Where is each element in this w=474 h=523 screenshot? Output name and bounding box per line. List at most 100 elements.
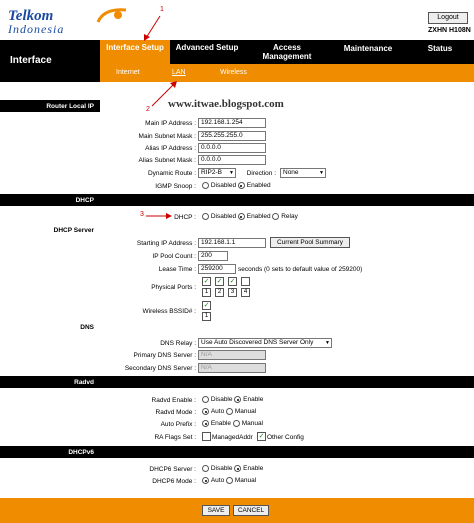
main-mask-label: Main Subnet Mask : [138, 133, 196, 140]
port-3-number: 3 [228, 288, 237, 297]
primary-dns-label: Primary DNS Server : [133, 352, 196, 359]
dhcp6-mode-radio-group: Auto Manual [202, 477, 256, 484]
radvd-mode-manual-text: Manual [234, 408, 257, 415]
auto-prefix-manual-radio[interactable] [232, 420, 240, 427]
managed-addr-checkbox[interactable] [202, 432, 211, 441]
igmp-radio-group: Disabled Enabled [202, 182, 271, 189]
logout-button[interactable]: Logout [428, 12, 468, 24]
auto-prefix-manual-text: Manual [241, 420, 264, 427]
start-ip-label: Starting IP Address : [136, 240, 196, 247]
port-4-checkbox[interactable] [241, 277, 250, 286]
dhcp6-server-radio-group: Disable Enable [202, 465, 263, 472]
save-button[interactable]: SAVE [202, 505, 230, 516]
main-ip-input[interactable]: 192.168.1.254 [198, 118, 266, 128]
igmp-label: IGMP Snoop : [155, 183, 196, 190]
dns-relay-label: DNS Relay : [160, 340, 196, 347]
port-1-number: 1 [202, 288, 211, 297]
lease-time-label: Lease Time : [158, 266, 196, 273]
subtab-wireless[interactable]: Wireless [220, 69, 247, 76]
tab-advanced-setup[interactable]: Advanced Setup [172, 40, 242, 64]
auto-prefix-enable-text: Enable [210, 420, 232, 427]
dhcp6-server-enable-radio[interactable] [234, 465, 242, 472]
dhcp-relay-radio[interactable] [272, 213, 280, 220]
other-config-checkbox[interactable]: ✓ [257, 432, 266, 441]
pool-count-input[interactable]: 200 [198, 251, 228, 261]
main-ip-label: Main IP Address : [145, 120, 196, 127]
watermark-text: www.itwae.blogspot.com [168, 98, 284, 110]
bssid-1-checkbox[interactable]: ✓ [202, 301, 211, 310]
lease-time-note: seconds (0 sets to default value of 2592… [238, 266, 363, 273]
section-title-dhcp-server: DHCP Server [53, 227, 94, 234]
radvd-mode-label: Radvd Mode : [155, 409, 196, 416]
dhcp6-mode-auto-radio[interactable] [202, 477, 209, 484]
dhcp6-mode-manual-radio[interactable] [226, 477, 233, 484]
alias-mask-input[interactable]: 0.0.0.0 [198, 155, 266, 165]
main-mask-input[interactable]: 255.255.255.0 [198, 131, 266, 141]
radvd-mode-manual-radio[interactable] [226, 408, 233, 415]
wireless-bssid-label: Wireless BSSID# : [142, 308, 196, 315]
tab-interface-setup[interactable]: Interface Setup [100, 40, 170, 64]
auto-prefix-label: Auto Prefix : [160, 421, 196, 428]
nav-section-title: Interface [0, 40, 100, 82]
dhcp-relay-text: Relay [281, 213, 298, 220]
port-2-number: 2 [215, 288, 224, 297]
section-title-dhcp: DHCP [75, 197, 94, 204]
tab-maintenance[interactable]: Maintenance [330, 40, 406, 64]
port-1-checkbox[interactable]: ✓ [202, 277, 211, 286]
igmp-disabled-radio[interactable] [202, 182, 209, 189]
current-pool-summary-button[interactable]: Current Pool Summary [270, 237, 350, 248]
port-3-checkbox[interactable]: ✓ [228, 277, 237, 286]
dhcp6-server-disable-text: Disable [210, 465, 233, 472]
direction-select[interactable]: None [280, 168, 326, 178]
sun-swirl-icon [96, 8, 127, 23]
auto-prefix-enable-radio[interactable] [202, 420, 209, 427]
tab-status[interactable]: Status [410, 40, 470, 64]
pool-count-label: IP Pool Count : [152, 253, 196, 260]
dhcp-enabled-radio[interactable] [237, 213, 245, 220]
start-ip-input[interactable]: 192.168.1.1 [198, 238, 266, 248]
tab-access-management[interactable]: Access Management [250, 40, 324, 64]
dhcp-disabled-radio[interactable] [202, 213, 209, 220]
dhcp6-mode-manual-text: Manual [234, 477, 257, 484]
alias-ip-input[interactable]: 0.0.0.0 [198, 143, 266, 153]
radvd-enable-label: Radvd Enable : [151, 397, 196, 404]
annotation-arrow-1 [144, 15, 161, 41]
annotation-1: 1 [160, 6, 164, 13]
radvd-enable-radio-group: Disable Enable [202, 396, 263, 403]
dns-relay-select[interactable]: Use Auto Discovered DNS Server Only [198, 338, 332, 348]
dhcp6-server-enable-text: Enable [243, 465, 264, 472]
managed-addr-text: ManagedAddr [212, 434, 253, 441]
secondary-dns-label: Secondary DNS Server : [124, 365, 196, 372]
bssid-1-number: 1 [202, 312, 211, 321]
port-4-number: 4 [241, 288, 250, 297]
lease-time-input[interactable]: 259200 [198, 264, 236, 274]
radvd-enable-text: Enable [243, 396, 264, 403]
section-title-dns: DNS [80, 324, 94, 331]
dhcp6-mode-label: DHCP6 Mode : [152, 478, 196, 485]
igmp-enabled-text: Enabled [246, 182, 271, 189]
subtab-lan[interactable]: LAN [172, 69, 186, 76]
header: Telkom Indonesia Logout ZXHN H108N [0, 0, 474, 40]
radvd-disable-radio[interactable] [202, 396, 209, 403]
other-config-text: Other Config [267, 434, 304, 441]
section-title-router-local-ip: Router Local IP [46, 103, 94, 110]
logo-line2: Indonesia [8, 22, 65, 36]
cancel-button[interactable]: CANCEL [233, 505, 269, 516]
alias-mask-label: Alias Subnet Mask : [138, 157, 196, 164]
dhcp6-server-label: DHCP6 Server : [149, 466, 196, 473]
dynamic-route-select[interactable]: RIP2-B [198, 168, 236, 178]
primary-dns-input[interactable]: N/A [198, 350, 266, 360]
auto-prefix-radio-group: Enable Manual [202, 420, 263, 427]
dhcp-enabled-text: Enabled [246, 213, 271, 220]
dhcp6-mode-auto-text: Auto [210, 477, 225, 484]
dhcp6-server-disable-radio[interactable] [202, 465, 209, 472]
radvd-enable-radio[interactable] [234, 396, 242, 403]
radvd-mode-auto-radio[interactable] [202, 408, 209, 415]
section-title-radvd: Radvd [74, 379, 94, 386]
secondary-dns-input[interactable]: N/A [198, 363, 266, 373]
igmp-enabled-radio[interactable] [237, 182, 245, 189]
subtab-internet[interactable]: Internet [116, 69, 140, 76]
section-title-dhcpv6: DHCPv6 [68, 449, 94, 456]
port-2-checkbox[interactable]: ✓ [215, 277, 224, 286]
direction-label: Direction : [246, 170, 276, 177]
